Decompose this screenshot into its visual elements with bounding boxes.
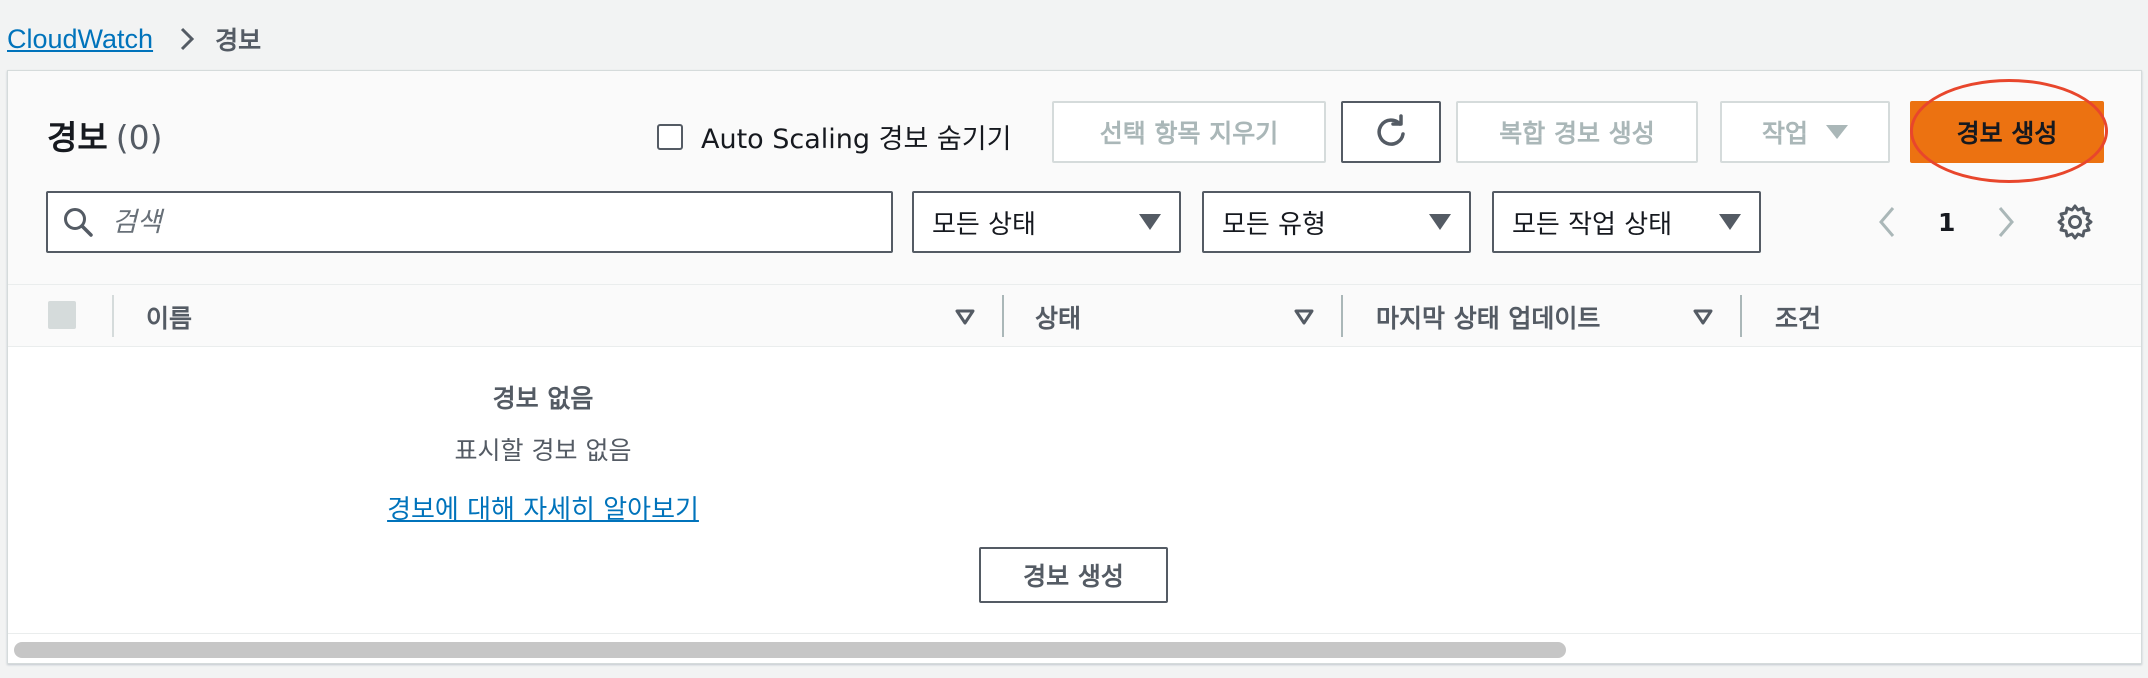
empty-state-title: 경보 없음	[492, 384, 594, 413]
actions-label: 작업	[1761, 119, 1808, 148]
breadcrumb-cloudwatch-link[interactable]: CloudWatch	[7, 24, 153, 55]
page-title: 경보 (0)	[47, 111, 162, 159]
panel-header: 경보 (0) Auto Scaling 경보 숨기기 선택 항목 지우기 복합 경…	[8, 71, 2141, 285]
type-filter-value: 모든 유형	[1222, 209, 1326, 240]
caret-down-icon	[1429, 214, 1451, 230]
chevron-left-icon	[1879, 207, 1895, 237]
action-state-filter-value: 모든 작업 상태	[1512, 209, 1673, 240]
scrollbar-thumb[interactable]	[14, 642, 1566, 658]
empty-create-alarm-button[interactable]: 경보 생성	[979, 547, 1168, 603]
breadcrumb-current: 경보	[215, 26, 262, 55]
column-header-state[interactable]: 상태	[1035, 299, 1081, 335]
hide-autoscaling-checkbox[interactable]	[657, 123, 683, 150]
horizontal-scrollbar[interactable]	[8, 633, 2141, 663]
sort-down-icon[interactable]	[954, 307, 976, 327]
gear-icon	[2057, 204, 2093, 240]
column-header-name[interactable]: 이름	[146, 299, 192, 335]
alarm-count: (0)	[115, 118, 163, 157]
select-all-checkbox[interactable]	[48, 301, 76, 329]
chevron-right-icon	[1999, 207, 2015, 237]
breadcrumb: CloudWatch 경보	[7, 16, 261, 62]
preferences-button[interactable]	[2056, 203, 2094, 241]
caret-down-icon	[1826, 125, 1848, 139]
sort-down-icon[interactable]	[1293, 307, 1315, 327]
column-divider[interactable]	[1341, 295, 1343, 337]
pagination: 1	[1870, 191, 2023, 253]
hide-autoscaling-label: Auto Scaling 경보 숨기기	[701, 124, 1012, 155]
column-divider[interactable]	[1740, 295, 1742, 337]
state-filter-select[interactable]: 모든 상태	[912, 191, 1181, 253]
current-page-number[interactable]: 1	[1938, 208, 1955, 237]
previous-page-button[interactable]	[1870, 205, 1904, 239]
search-box[interactable]	[46, 191, 893, 253]
state-filter-value: 모든 상태	[932, 209, 1036, 240]
create-alarm-button[interactable]: 경보 생성	[1910, 101, 2104, 163]
caret-down-icon	[1139, 214, 1161, 230]
column-divider	[112, 295, 114, 337]
column-header-last-update[interactable]: 마지막 상태 업데이트	[1376, 299, 1600, 335]
learn-more-container: 경보에 대해 자세히 알아보기	[8, 489, 1078, 526]
empty-state-description: 표시할 경보 없음	[454, 436, 632, 465]
search-icon	[64, 208, 93, 237]
clear-selection-button[interactable]: 선택 항목 지우기	[1052, 101, 1326, 163]
hide-autoscaling-toggle[interactable]: Auto Scaling 경보 숨기기	[657, 117, 1011, 156]
next-page-button[interactable]	[1989, 205, 2023, 239]
search-input[interactable]	[112, 206, 812, 238]
page-title-text: 경보	[47, 118, 108, 157]
refresh-button[interactable]	[1341, 101, 1441, 163]
column-header-conditions[interactable]: 조건	[1775, 299, 1821, 335]
learn-more-link[interactable]: 경보에 대해 자세히 알아보기	[387, 495, 699, 525]
alarms-panel: 경보 (0) Auto Scaling 경보 숨기기 선택 항목 지우기 복합 경…	[7, 70, 2142, 664]
chevron-right-icon	[179, 26, 195, 52]
create-composite-alarm-button[interactable]: 복합 경보 생성	[1456, 101, 1698, 163]
sort-down-icon[interactable]	[1692, 307, 1714, 327]
column-divider[interactable]	[1002, 295, 1004, 337]
refresh-icon	[1377, 114, 1405, 146]
actions-dropdown-button[interactable]: 작업	[1720, 101, 1890, 163]
table-header: 이름 상태 마지막 상태 업데이트 조건	[8, 285, 2141, 347]
action-state-filter-select[interactable]: 모든 작업 상태	[1492, 191, 1761, 253]
caret-down-icon	[1719, 214, 1741, 230]
type-filter-select[interactable]: 모든 유형	[1202, 191, 1471, 253]
